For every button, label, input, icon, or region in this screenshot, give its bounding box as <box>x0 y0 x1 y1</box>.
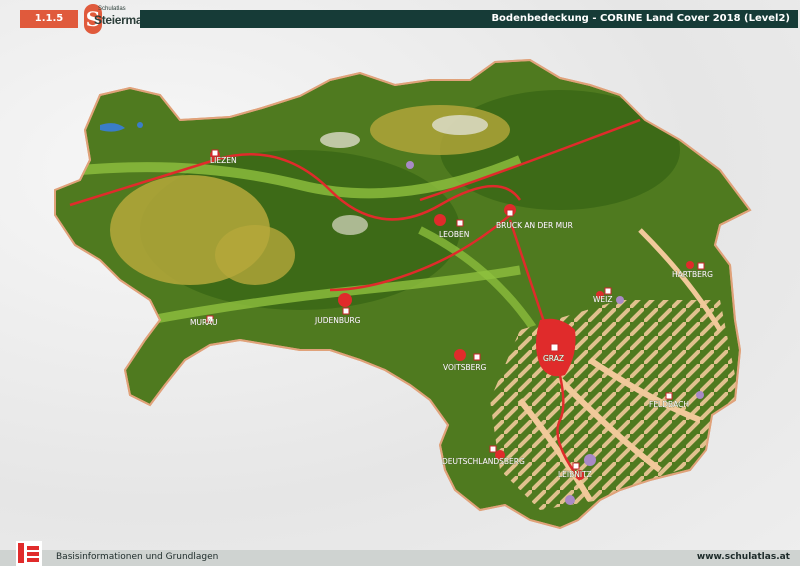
city-label: MURAU <box>190 318 218 327</box>
urban-patch <box>338 293 352 307</box>
urban-patch <box>434 214 446 226</box>
footer-website-link[interactable]: www.schulatlas.at <box>697 552 790 562</box>
city-label: HARTBERG <box>672 270 713 279</box>
info-icon <box>16 541 42 566</box>
orchard-patch <box>584 454 596 466</box>
city-label: BRUCK AN DER MUR <box>496 221 573 230</box>
city-label: GRAZ <box>543 354 564 363</box>
city-label: VOITSBERG <box>443 363 487 372</box>
urban-patch <box>454 349 466 361</box>
logo-small-text: Schulatlas <box>98 6 126 12</box>
alpine-scrub-area <box>215 225 295 285</box>
city-marker <box>506 209 514 217</box>
orchard-patch <box>565 495 575 505</box>
rock-area <box>332 215 368 235</box>
urban-patch <box>686 261 694 269</box>
city-label: WEIZ <box>593 295 613 304</box>
footer: Basisinformationen und Grundlagen www.sc… <box>0 541 800 566</box>
city-label: JUDENBURG <box>314 316 361 325</box>
city-label: LEIBNITZ <box>558 470 592 479</box>
page-title: Bodenbedeckung - CORINE Land Cover 2018 … <box>140 10 798 28</box>
schulatlas-logo: S Schulatlas Steiermark <box>84 4 153 34</box>
rock-area <box>432 115 488 135</box>
orchard-patch <box>406 161 414 169</box>
header: 1.1.5 S Schulatlas Steiermark Bodenbedec… <box>0 4 800 34</box>
city-marker <box>665 392 673 400</box>
rock-area <box>320 132 360 148</box>
city-label: DEUTSCHLANDSBERG <box>442 457 525 466</box>
city-marker <box>456 219 464 227</box>
city-label: LEOBEN <box>439 230 469 239</box>
city-marker <box>489 445 497 453</box>
orchard-patch <box>696 391 704 399</box>
orchard-patch <box>616 296 624 304</box>
city-murau[interactable]: MURAU <box>190 315 218 327</box>
footer-category: Basisinformationen und Grundlagen <box>56 552 219 562</box>
city-marker <box>550 343 559 352</box>
city-marker <box>572 462 580 470</box>
lake <box>137 122 143 128</box>
city-label: LIEZEN <box>210 156 237 165</box>
city-marker <box>342 307 350 315</box>
city-label: FELDBACH <box>649 400 689 409</box>
map-steiermark: LIEZEN LEOBEN BRUCK AN DER MUR HARTBERG … <box>54 59 751 529</box>
city-marker <box>697 262 705 270</box>
city-marker <box>473 353 481 361</box>
city-marker <box>604 287 612 295</box>
section-number: 1.1.5 <box>20 10 78 28</box>
